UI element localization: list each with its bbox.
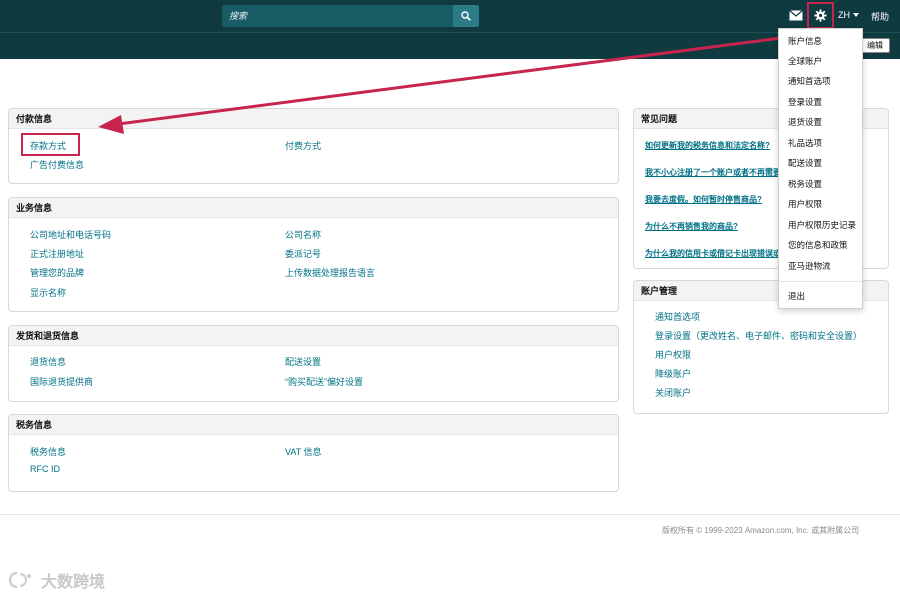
card-title: 税务信息 xyxy=(9,415,618,435)
menu-item-logout[interactable]: 退出 xyxy=(788,290,805,302)
copyright-text: 版权所有 © 1999-2023 Amazon.com, Inc. 或其附属公司 xyxy=(662,526,860,535)
vat-info-link[interactable]: VAT 信息 xyxy=(285,445,322,458)
tax-info-link[interactable]: 税务信息 xyxy=(30,445,66,458)
watermark-logo-icon xyxy=(8,571,31,589)
language-label: ZH xyxy=(838,10,850,20)
charge-method-link[interactable]: 付费方式 xyxy=(285,139,321,152)
company-name-link[interactable]: 公司名称 xyxy=(285,228,321,241)
help-link[interactable]: 帮助 xyxy=(871,10,889,23)
menu-item-account-info[interactable]: 账户信息 xyxy=(788,35,822,47)
return-info-link[interactable]: 退货信息 xyxy=(30,355,66,368)
delegate-token-link[interactable]: 委派记号 xyxy=(285,247,321,260)
faq-link[interactable]: 为什么不再销售我的商品? xyxy=(645,221,738,232)
downgrade-account-link[interactable]: 降级账户 xyxy=(655,367,691,380)
menu-item-notification-prefs[interactable]: 通知首选项 xyxy=(788,75,831,87)
search-icon xyxy=(461,11,471,21)
menu-item-fba[interactable]: 亚马逊物流 xyxy=(788,260,831,272)
edit-button[interactable]: 编辑 xyxy=(860,38,890,53)
faq-link[interactable]: 如何更新我的税务信息和法定名称? xyxy=(645,140,770,151)
search-button[interactable] xyxy=(453,5,479,27)
search-box xyxy=(222,5,479,27)
user-permissions-link[interactable]: 用户权限 xyxy=(655,348,691,361)
company-address-link[interactable]: 公司地址和电话号码 xyxy=(30,228,111,241)
rfc-id-link[interactable]: RFC ID xyxy=(30,464,60,474)
buy-shipping-prefs-link[interactable]: “购买配送”偏好设置 xyxy=(285,375,363,388)
card-title: 付款信息 xyxy=(9,109,618,129)
highlight-box xyxy=(21,133,80,156)
menu-item-tax-settings[interactable]: 税务设置 xyxy=(788,178,822,190)
shipping-settings-link[interactable]: 配送设置 xyxy=(285,355,321,368)
menu-item-global-accounts[interactable]: 全球账户 xyxy=(788,55,822,67)
ad-payment-link[interactable]: 广告付费信息 xyxy=(30,158,84,171)
menu-item-shipping-settings[interactable]: 配送设置 xyxy=(788,157,822,169)
gear-icon xyxy=(814,9,827,22)
footer-divider xyxy=(0,514,900,515)
caret-down-icon xyxy=(853,13,859,17)
report-language-link[interactable]: 上传数据处理报告语言 xyxy=(285,266,375,279)
card-title: 发货和退货信息 xyxy=(9,326,618,346)
settings-button[interactable] xyxy=(807,2,834,29)
intl-returns-provider-link[interactable]: 国际退货提供商 xyxy=(30,375,93,388)
watermark-text: 大数跨境 xyxy=(41,574,106,591)
close-account-link[interactable]: 关闭账户 xyxy=(655,386,691,399)
manage-brand-link[interactable]: 管理您的品牌 xyxy=(30,266,84,279)
card-title: 业务信息 xyxy=(9,198,618,218)
watermark: 大数跨境 xyxy=(7,568,105,592)
display-name-link[interactable]: 显示名称 xyxy=(30,286,66,299)
menu-item-gift-options[interactable]: 礼品选项 xyxy=(788,137,822,149)
menu-item-return-settings[interactable]: 退货设置 xyxy=(788,116,822,128)
registered-address-link[interactable]: 正式注册地址 xyxy=(30,247,84,260)
menu-item-info-policies[interactable]: 您的信息和政策 xyxy=(788,239,848,251)
sub-nav-bar xyxy=(0,32,900,59)
menu-item-login-settings[interactable]: 登录设置 xyxy=(788,96,822,108)
menu-item-permission-history[interactable]: 用户权限历史记录 xyxy=(788,219,856,231)
menu-divider xyxy=(779,281,862,282)
language-selector[interactable]: ZH xyxy=(838,10,859,20)
top-nav-bar: ZH 帮助 xyxy=(0,0,900,32)
search-input[interactable] xyxy=(222,5,453,27)
settings-dropdown-menu: 账户信息 全球账户 通知首选项 登录设置 退货设置 礼品选项 配送设置 税务设置… xyxy=(778,28,863,309)
notification-prefs-link[interactable]: 通知首选项 xyxy=(655,310,700,323)
menu-item-user-permissions[interactable]: 用户权限 xyxy=(788,198,822,210)
faq-link[interactable]: 我要去度假。如何暂时停售商品? xyxy=(645,194,762,205)
mail-icon[interactable] xyxy=(789,10,803,21)
login-settings-link[interactable]: 登录设置（更改姓名、电子邮件、密码和安全设置） xyxy=(655,329,862,342)
